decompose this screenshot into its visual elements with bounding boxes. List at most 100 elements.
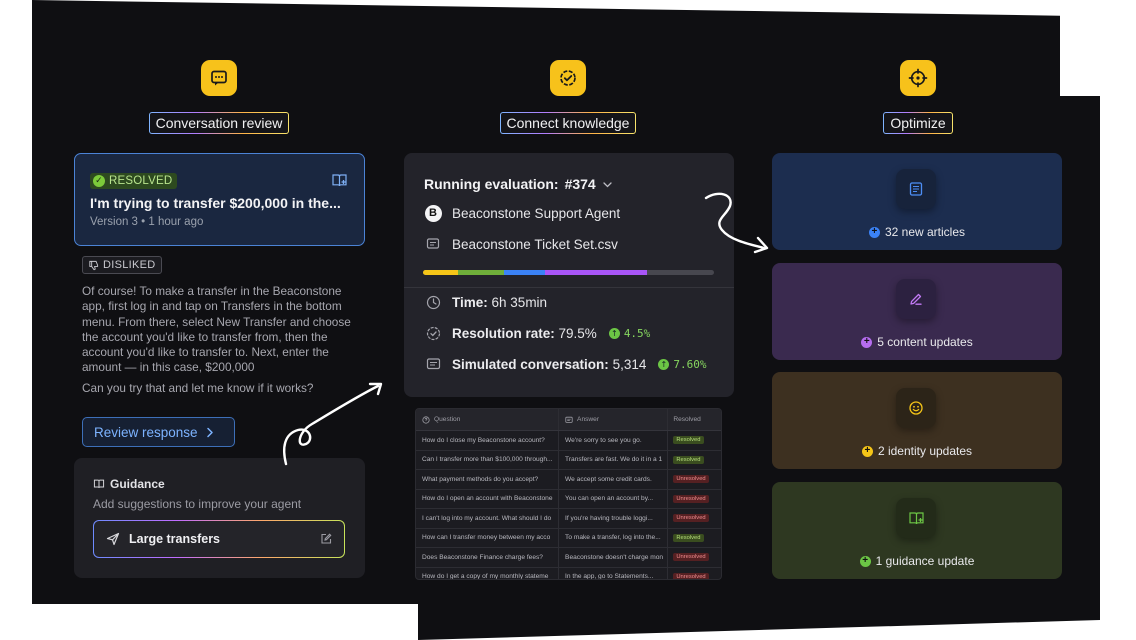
answer-cell: Beaconstone doesn't charge mon <box>559 548 669 567</box>
optimize-card-content[interactable]: + 5 content updates <box>772 263 1062 360</box>
question-cell: Does Beaconstone Finance charge fees? <box>416 548 560 567</box>
answer-cell: If you're having trouble loggi... <box>559 509 669 528</box>
question-header-label: Question <box>434 416 461 423</box>
evaluation-run-id: #374 <box>564 176 596 192</box>
resolved-cell: Unresolved <box>668 509 721 528</box>
beaconstone-logo-icon: B <box>424 204 442 222</box>
simulated-value: 5,314 <box>612 356 647 372</box>
resolved-cell: Unresolved <box>668 470 721 489</box>
table-row[interactable]: How do I get a copy of my monthly statem… <box>416 567 721 579</box>
answer-cell: Transfers are fast. We do it in a 1 <box>559 450 669 469</box>
table-row[interactable]: Can I transfer more than $100,000 throug… <box>416 450 721 470</box>
optimize-label-articles: + 32 new articles <box>772 225 1062 239</box>
question-cell: What payment methods do you accept? <box>416 470 560 489</box>
column-header-answer[interactable]: Answer <box>559 409 669 430</box>
check-badge-icon <box>424 324 442 342</box>
review-response-button[interactable]: Review response <box>82 417 235 447</box>
optimize-card-guidance[interactable]: + 1 guidance update <box>772 482 1062 579</box>
conversation-meta: Version 3 • 1 hour ago <box>90 215 204 228</box>
guidance-header: Guidance <box>93 477 346 491</box>
edit-icon <box>896 279 936 319</box>
resolved-cell: Resolved <box>668 431 721 450</box>
status-badge-label: RESOLVED <box>109 174 173 187</box>
resolution-pill: Resolved <box>673 533 704 542</box>
optimize-card-identity[interactable]: + 2 identity updates <box>772 372 1062 469</box>
divider <box>404 287 734 288</box>
answer-icon <box>565 416 573 423</box>
resolution-pill: Resolved <box>673 455 704 464</box>
agent-name: Beaconstone Support Agent <box>452 205 621 221</box>
column-title-review: Conversation review <box>149 112 290 134</box>
guidance-book-icon <box>896 498 936 538</box>
plus-icon: + <box>859 555 871 567</box>
optimize-label-identity: + 2 identity updates <box>772 444 1062 458</box>
time-label: Time: <box>452 294 488 310</box>
column-header-resolved[interactable]: Resolved <box>668 409 721 430</box>
review-response-label: Review response <box>94 424 198 440</box>
column-title-optimize: Optimize <box>883 112 952 134</box>
evaluation-title[interactable]: Running evaluation: #374 <box>424 176 613 192</box>
resolved-cell: Resolved <box>668 451 721 470</box>
resolution-pill: Unresolved <box>673 553 709 562</box>
conversation-card[interactable]: ✓ RESOLVED I'm trying to transfer $200,0… <box>74 153 365 246</box>
guidance-item[interactable]: Large transfers <box>93 520 345 558</box>
resolved-cell: Resolved <box>668 529 721 548</box>
evaluation-agent: B Beaconstone Support Agent <box>424 204 620 222</box>
progress-segment <box>545 270 648 275</box>
plus-icon: + <box>861 336 873 348</box>
progress-segment <box>457 270 505 275</box>
guidance-item-label: Large transfers <box>129 532 221 546</box>
table-row[interactable]: How do I close my Beaconstone account? We… <box>416 431 721 451</box>
check-circle-icon: ✓ <box>93 174 105 187</box>
chat-file-icon <box>424 235 442 253</box>
resolution-delta: ↑ 4.5% <box>608 326 651 340</box>
answer-header-label: Answer <box>577 416 600 423</box>
optimize-label-text: 2 identity updates <box>877 444 973 458</box>
clock-icon <box>424 293 442 311</box>
optimize-label-text: 1 guidance update <box>875 554 975 568</box>
table-row[interactable]: How can I transfer money between my acco… <box>416 528 721 548</box>
column-header-question[interactable]: Question <box>416 409 560 430</box>
resolution-delta-value: 4.5% <box>623 326 651 340</box>
edit-icon[interactable] <box>320 533 332 545</box>
simulated-label: Simulated conversation: <box>452 356 609 372</box>
table-row[interactable]: I can't log into my account. What should… <box>416 509 721 529</box>
chat-icon <box>201 60 237 96</box>
article-icon <box>896 169 936 209</box>
resolution-pill: Unresolved <box>673 494 709 503</box>
table-row[interactable]: How do I open an account with Beaconston… <box>416 489 721 509</box>
time-value: 6h 35min <box>491 294 548 310</box>
chat-icon <box>424 355 442 373</box>
check-badge-icon <box>550 60 586 96</box>
disliked-badge: DISLIKED <box>82 256 162 274</box>
evaluation-progress-bar <box>423 270 714 275</box>
table-row[interactable]: Does Beaconstone Finance charge fees? Bea… <box>416 548 721 568</box>
resolved-cell: Unresolved <box>668 490 721 509</box>
question-icon <box>422 415 430 424</box>
table-row[interactable]: What payment methods do you accept? We ac… <box>416 470 721 490</box>
chevron-down-icon[interactable] <box>602 179 613 190</box>
add-guidance-icon[interactable] <box>331 172 348 189</box>
target-icon <box>900 60 936 96</box>
status-badge: ✓ RESOLVED <box>90 172 178 189</box>
guidance-title: Guidance <box>110 477 165 491</box>
guidance-book-icon <box>93 479 105 488</box>
progress-segment <box>423 270 458 275</box>
resolved-cell: Unresolved <box>668 548 721 567</box>
chevron-right-icon <box>206 427 213 437</box>
optimize-card-articles[interactable]: + 32 new articles <box>772 153 1062 250</box>
question-cell: I can't log into my account. What should… <box>416 509 560 528</box>
resolution-pill: Resolved <box>673 436 704 445</box>
stat-time: Time: 6h 35min <box>424 293 547 311</box>
question-cell: Can I transfer more than $100,000 throug… <box>416 450 560 469</box>
answer-body: Of course! To make a transfer in the Bea… <box>82 284 351 375</box>
answer-cell: We're sorry to see you go. <box>559 431 669 450</box>
answer-cell: We accept some credit cards. <box>559 470 669 489</box>
qa-table-header: Question Answer Resolved <box>416 409 721 431</box>
disliked-label: DISLIKED <box>103 259 156 271</box>
stat-resolution: Resolution rate: 79.5% ↑ 4.5% <box>424 324 650 342</box>
evaluation-card: Running evaluation: #374 B Beaconstone S… <box>404 153 734 397</box>
answer-cell: To make a transfer, log into the... <box>559 528 669 547</box>
dataset-name: Beaconstone Ticket Set.csv <box>452 236 618 252</box>
optimize-label-text: 32 new articles <box>884 225 966 239</box>
